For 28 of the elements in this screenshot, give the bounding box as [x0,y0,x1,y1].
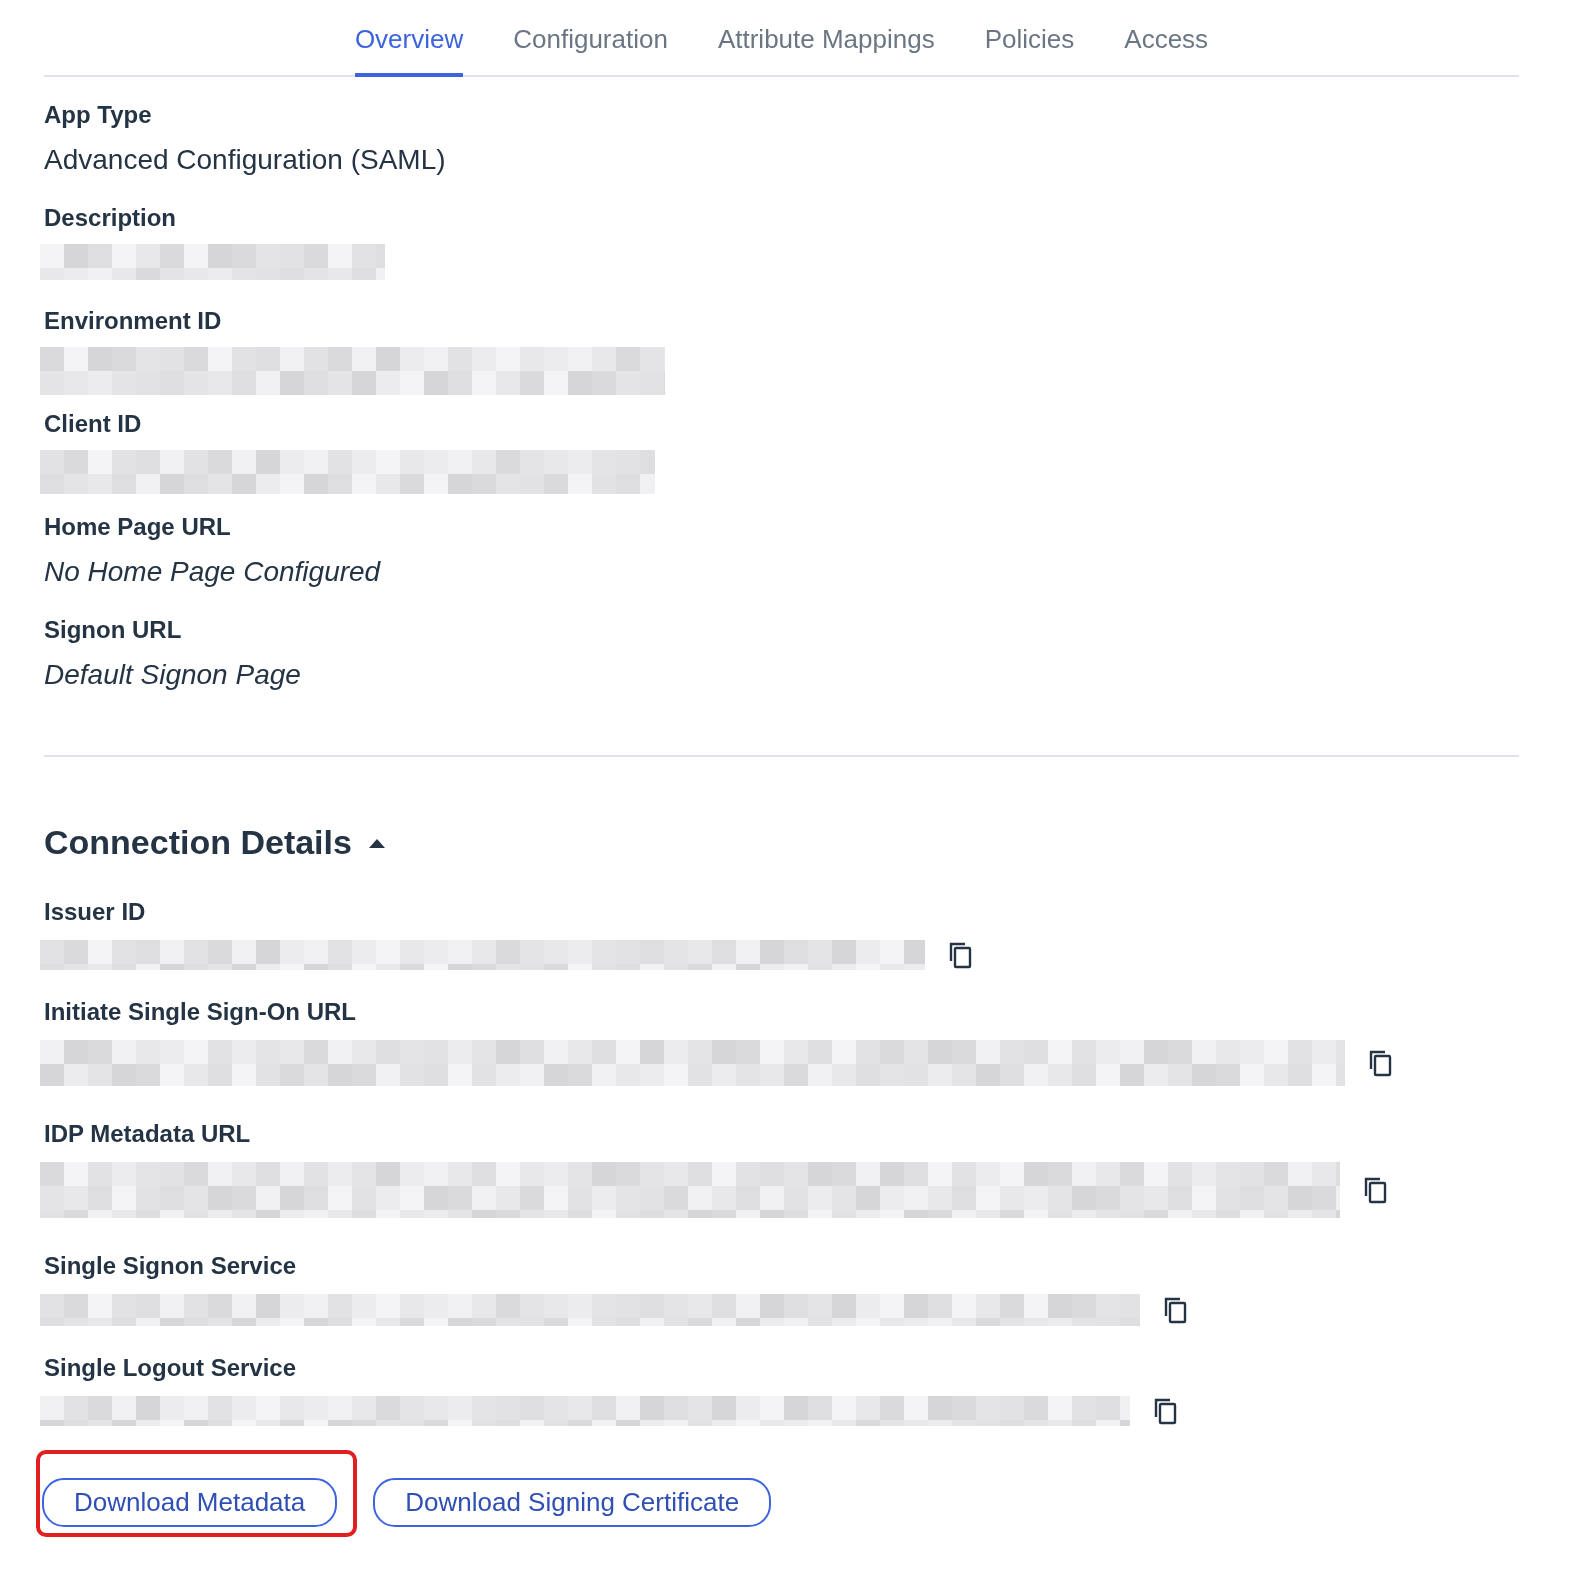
copy-icon[interactable] [1162,1296,1188,1324]
download-button[interactable]: Download Metadata [42,1478,338,1527]
field-value: No Home Page Configured [44,555,382,589]
field-label: Home Page URL [44,512,232,542]
section-heading: Connection Details [44,822,352,863]
copy-icon[interactable] [1367,1049,1393,1077]
field-label: Environment ID [44,306,223,336]
copy-icon[interactable] [1362,1176,1388,1204]
tab[interactable]: Overview [354,0,464,77]
tab[interactable]: Policies [984,0,1075,77]
download-button[interactable]: Download Signing Certificate [373,1478,772,1527]
field-value: Advanced Configuration (SAML) [44,143,447,177]
field-label: Issuer ID [44,897,147,927]
field-label: IDP Metadata URL [44,1119,252,1149]
field-label: Single Signon Service [44,1251,298,1281]
field-label: Description [44,203,178,233]
field-label: App Type [44,100,153,130]
field-label: Initiate Single Sign-On URL [44,997,357,1027]
field-label: Single Logout Service [44,1353,298,1383]
field-label: Client ID [44,409,143,439]
field-label: Signon URL [44,615,183,645]
tab[interactable]: Attribute Mappings [717,0,935,77]
caret-up-icon[interactable] [367,837,386,850]
copy-icon[interactable] [1152,1397,1178,1425]
tab[interactable]: Configuration [513,0,668,77]
tab[interactable]: Access [1124,0,1209,77]
copy-icon[interactable] [947,941,973,969]
field-value: Default Signon Page [44,658,302,692]
